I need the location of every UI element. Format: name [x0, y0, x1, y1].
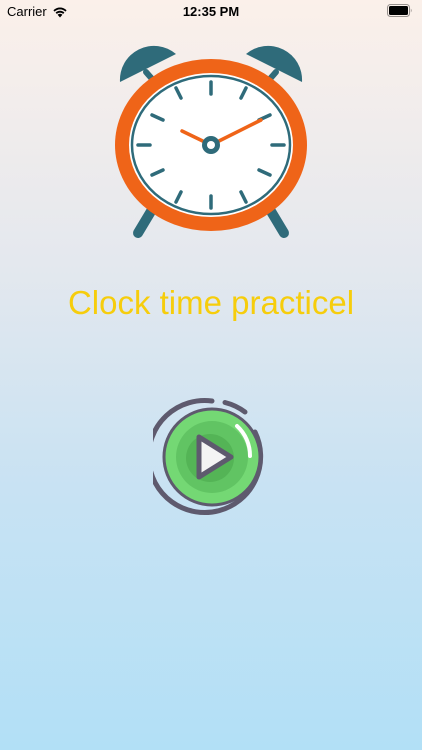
play-button[interactable]: [146, 398, 271, 516]
alarm-clock-icon: [108, 38, 314, 244]
page-title: Clock time practicel: [67, 284, 355, 321]
status-bar: Carrier 12:35 PM: [0, 0, 422, 22]
status-time: 12:35 PM: [182, 4, 240, 19]
play-icon: [146, 398, 264, 515]
battery-icon: [387, 4, 413, 20]
